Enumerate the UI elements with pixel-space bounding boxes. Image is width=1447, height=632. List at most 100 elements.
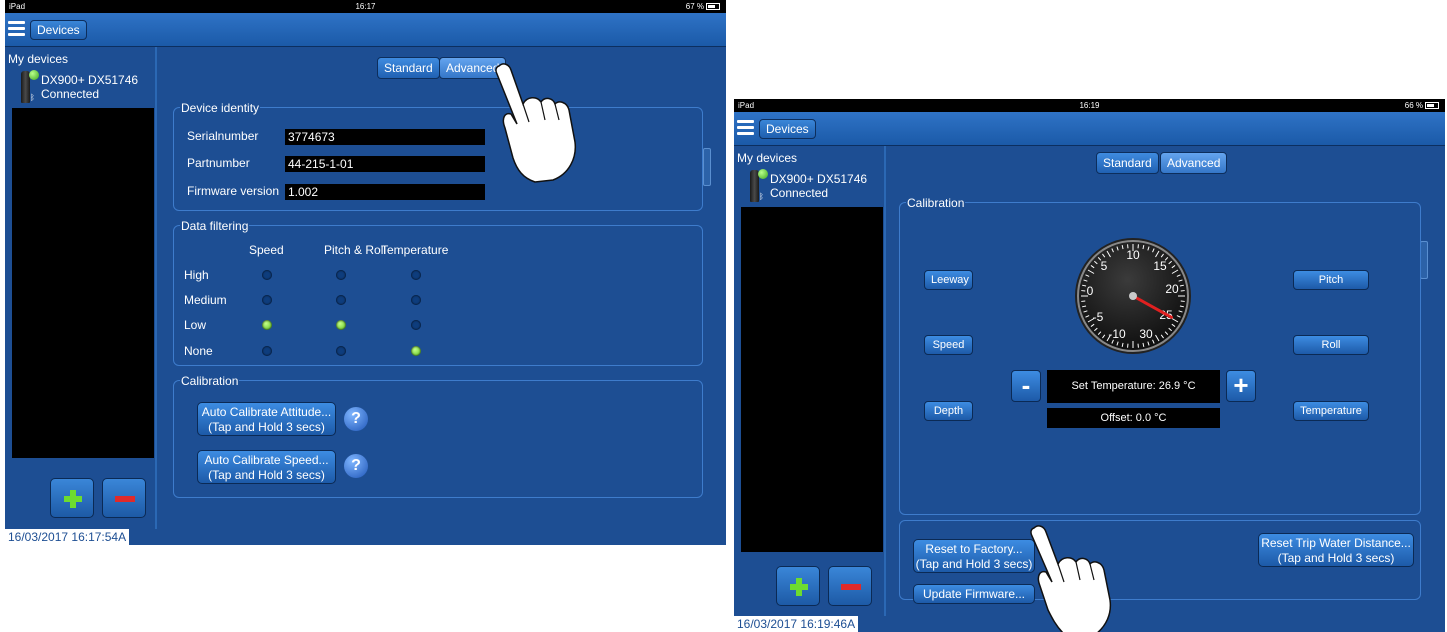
tab-standard[interactable]: Standard <box>377 57 440 79</box>
tab-standard[interactable]: Standard <box>1096 152 1159 174</box>
calibration-title: Calibration <box>180 374 240 388</box>
devices-button[interactable]: Devices <box>759 119 816 139</box>
radio-pitch-roll-high[interactable] <box>336 270 346 280</box>
status-time: 16:17 <box>355 2 376 11</box>
gauge-tick-label: 30 <box>1139 327 1153 341</box>
device-identity-title: Device identity <box>180 101 261 115</box>
battery-icon <box>1425 102 1439 110</box>
battery-percent: 66 % <box>1404 101 1423 110</box>
device-identity-group: Device identity Serialnumber 3774673 Par… <box>173 101 703 211</box>
nav-bar: Devices <box>5 13 726 47</box>
gauge-tick-label: 5 <box>1101 259 1108 273</box>
remove-device-button[interactable] <box>102 478 146 518</box>
radio-speed-high[interactable] <box>262 270 272 280</box>
gauge-tick-label: 15 <box>1153 259 1167 273</box>
depth-button[interactable]: Depth <box>924 401 973 421</box>
help-icon[interactable]: ? <box>344 454 368 478</box>
tab-advanced[interactable]: Advanced <box>1160 152 1228 174</box>
bluetooth-icon: ᛒ <box>30 93 35 102</box>
firmware-label: Firmware version <box>187 184 280 198</box>
device-list-area <box>741 207 883 552</box>
partnumber-label: Partnumber <box>187 156 250 170</box>
add-device-button[interactable] <box>50 478 94 518</box>
device-sidebar: My devices ᛒ DX900+ DX51746 Connected <box>734 146 886 616</box>
radio-pitch-roll-medium[interactable] <box>336 295 346 305</box>
sidebar-header: My devices <box>737 151 798 165</box>
radio-temperature-high[interactable] <box>411 270 421 280</box>
connection-indicator-icon <box>29 70 39 80</box>
nav-bar: Devices <box>734 112 1445 146</box>
serialnumber-field: 3774673 <box>285 129 485 145</box>
row-none: None <box>184 344 213 358</box>
radio-speed-none[interactable] <box>262 346 272 356</box>
radio-temperature-none[interactable] <box>411 346 421 356</box>
update-firmware-button[interactable]: Update Firmware... <box>913 584 1035 604</box>
data-filtering-title: Data filtering <box>180 219 250 233</box>
status-bar: iPad 16:17 67 % <box>5 0 726 13</box>
devices-button[interactable]: Devices <box>30 20 87 40</box>
set-temperature-display: Set Temperature: 26.9 °C <box>1047 370 1220 403</box>
temperature-button[interactable]: Temperature <box>1293 401 1369 421</box>
calibration-group: Calibration Leeway Speed Depth Pitch Rol… <box>899 196 1421 515</box>
pitch-button[interactable]: Pitch <box>1293 270 1369 290</box>
radio-speed-low[interactable] <box>262 320 272 330</box>
status-time: 16:19 <box>1079 101 1100 110</box>
tap-gesture-hand-icon <box>495 63 577 183</box>
radio-speed-medium[interactable] <box>262 295 272 305</box>
screenshot-calibration: iPad 16:19 66 % Devices My devices ᛒ DX9… <box>734 99 1445 632</box>
device-name: DX900+ DX51746 <box>770 172 868 186</box>
radio-pitch-roll-none[interactable] <box>336 346 346 356</box>
reset-trip-water-distance-button[interactable]: Reset Trip Water Distance... (Tap and Ho… <box>1258 533 1414 567</box>
roll-button[interactable]: Roll <box>1293 335 1369 355</box>
help-icon[interactable]: ? <box>344 407 368 431</box>
menu-icon[interactable] <box>8 21 25 36</box>
menu-icon[interactable] <box>737 120 754 135</box>
status-bar: iPad 16:19 66 % <box>734 99 1445 112</box>
radio-temperature-medium[interactable] <box>411 295 421 305</box>
radio-temperature-low[interactable] <box>411 320 421 330</box>
bluetooth-icon: ᛒ <box>759 192 764 201</box>
device-name: DX900+ DX51746 <box>41 73 139 87</box>
radio-pitch-roll-low[interactable] <box>336 320 346 330</box>
sidebar-header: My devices <box>8 52 69 66</box>
speed-button[interactable]: Speed <box>924 335 973 355</box>
device-sidebar: My devices ᛒ DX900+ DX51746 Connected <box>5 47 157 529</box>
serialnumber-label: Serialnumber <box>187 129 259 143</box>
auto-calibrate-speed-button[interactable]: Auto Calibrate Speed... (Tap and Hold 3 … <box>197 450 336 484</box>
partnumber-field: 44-215-1-01 <box>285 156 485 172</box>
increase-temperature-button[interactable]: + <box>1226 370 1256 402</box>
add-device-button[interactable] <box>776 566 820 606</box>
battery-percent: 67 % <box>685 2 704 11</box>
auto-calibrate-attitude-button[interactable]: Auto Calibrate Attitude... (Tap and Hold… <box>197 402 336 436</box>
device-list-item[interactable]: ᛒ DX900+ DX51746 Connected <box>12 69 154 107</box>
column-temperature: Temperature <box>381 243 449 257</box>
tap-gesture-hand-icon <box>1030 525 1112 632</box>
timestamp: 16/03/2017 16:17:54A <box>5 529 130 545</box>
data-filtering-group: Data filtering Speed Pitch & Roll Temper… <box>173 219 703 366</box>
actions-group: Reset to Factory... (Tap and Hold 3 secs… <box>899 520 1421 604</box>
calibration-group: Calibration Auto Calibrate Attitude... (… <box>173 374 703 498</box>
gauge-tick-label: 20 <box>1165 282 1179 296</box>
temperature-gauge: 10 15 20 25 30 -10 -5 0 5 <box>1075 238 1191 354</box>
row-low: Low <box>184 318 207 332</box>
column-pitch-roll: Pitch & Roll <box>324 243 387 257</box>
device-list-item[interactable]: ᛒ DX900+ DX51746 Connected <box>741 168 883 206</box>
connection-indicator-icon <box>758 169 768 179</box>
device-status: Connected <box>770 186 829 200</box>
gauge-tick-label: -5 <box>1093 310 1104 324</box>
battery-icon <box>706 3 720 11</box>
firmware-field: 1.002 <box>285 184 485 200</box>
scrollbar[interactable] <box>703 148 711 186</box>
row-medium: Medium <box>184 293 227 307</box>
device-list-area <box>12 108 154 458</box>
reset-to-factory-button[interactable]: Reset to Factory... (Tap and Hold 3 secs… <box>913 539 1035 573</box>
gauge-hub <box>1129 292 1137 300</box>
gauge-tick-label: 0 <box>1087 284 1094 298</box>
leeway-button[interactable]: Leeway <box>924 270 973 290</box>
device-status: Connected <box>41 87 100 101</box>
calibration-title: Calibration <box>906 196 966 210</box>
remove-device-button[interactable] <box>828 566 872 606</box>
scrollbar[interactable] <box>1420 241 1428 279</box>
gauge-tick-label: -10 <box>1108 327 1126 341</box>
decrease-temperature-button[interactable]: - <box>1011 370 1041 402</box>
